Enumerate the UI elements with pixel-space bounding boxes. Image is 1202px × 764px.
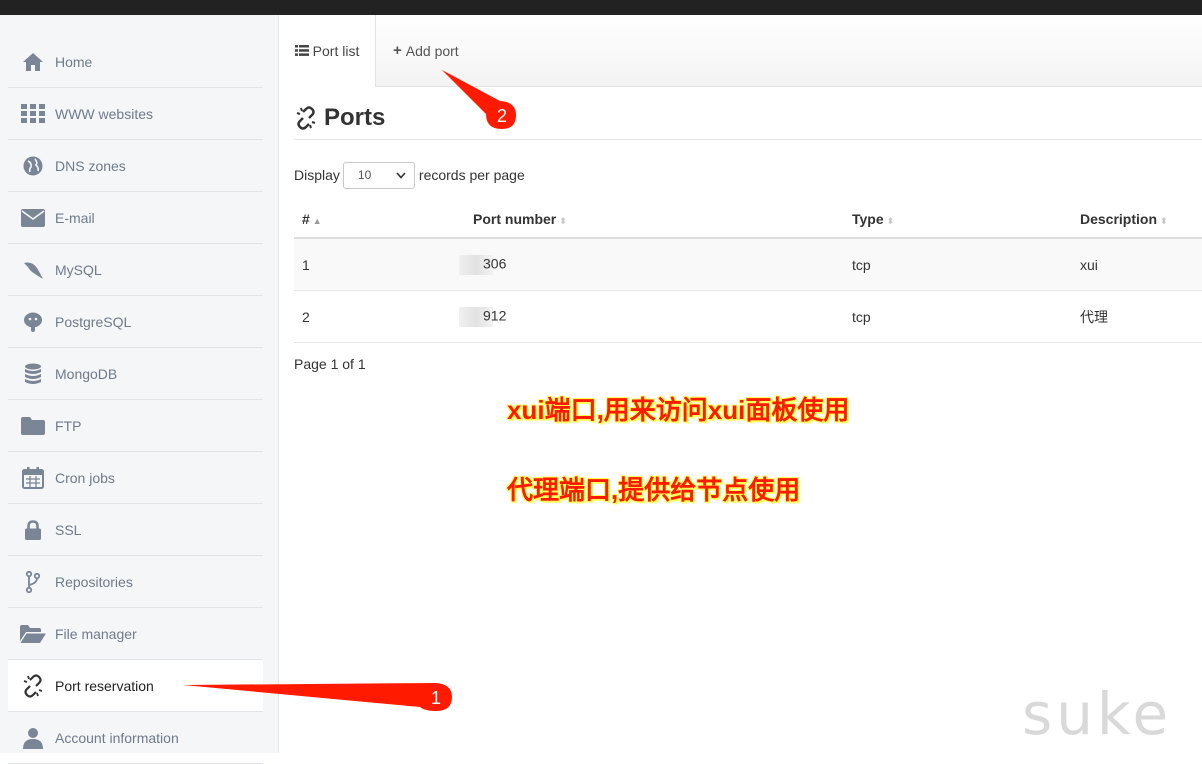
annotation-marker-2: 2	[496, 105, 507, 126]
annotation-marker-1: 1	[430, 687, 441, 708]
watermark: suke	[1022, 680, 1173, 748]
annotation-arrow-1	[183, 683, 452, 711]
annotation-arrows	[183, 70, 516, 711]
